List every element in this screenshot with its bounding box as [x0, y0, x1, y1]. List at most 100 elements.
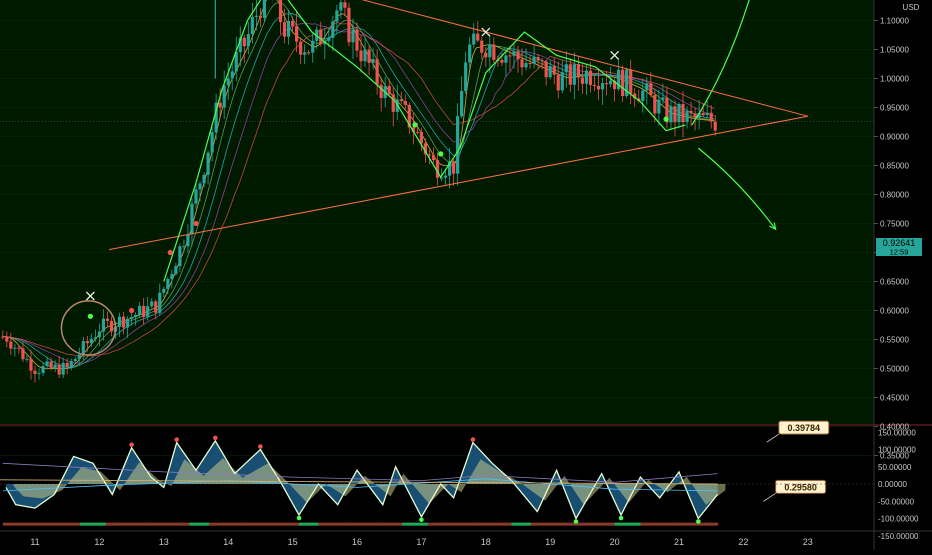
candle-body	[387, 85, 391, 95]
osc-status-strip	[138, 522, 145, 526]
osc-status-strip	[73, 522, 81, 526]
candle-body	[403, 100, 407, 105]
candle-body	[468, 44, 472, 63]
osc-peak-dot	[174, 437, 179, 442]
price-tick-label: 1.00000	[880, 75, 909, 84]
candle-body	[246, 34, 250, 47]
signal-dot	[129, 307, 135, 314]
osc-status-strip	[9, 522, 17, 526]
candle-body	[69, 361, 73, 368]
osc-status-strip	[150, 522, 158, 526]
osc-status-strip	[60, 522, 68, 526]
candle-body	[363, 49, 367, 62]
osc-tick-label: -50.00000	[878, 497, 915, 506]
candle-body	[580, 77, 584, 84]
price-tick-label: 0.60000	[880, 307, 909, 316]
candle-body	[532, 57, 536, 64]
osc-status-strip	[659, 522, 667, 526]
osc-status-strip	[485, 522, 493, 526]
candle-body	[399, 99, 403, 101]
osc-status-strip	[247, 522, 255, 526]
candle-body	[327, 37, 331, 41]
candle-body	[125, 318, 130, 328]
candle-body	[282, 22, 287, 37]
candle-body	[37, 373, 41, 375]
osc-status-strip	[408, 522, 416, 526]
chart-canvas[interactable]: 1.750001.700001.650001.600001.550001.500…	[0, 0, 932, 550]
price-tick-label: 1.10000	[880, 17, 909, 26]
osc-status-strip	[640, 522, 648, 526]
time-axis[interactable]: 11 12 13 14 15 16 17 18 19 20 21 22 23	[30, 537, 812, 547]
osc-status-strip	[202, 522, 210, 526]
candle-body	[158, 292, 162, 313]
osc-status-strip	[228, 522, 236, 526]
osc-status-strip	[125, 522, 133, 526]
osc-status-strip	[588, 522, 596, 526]
candle-body	[138, 305, 142, 316]
candle-body	[13, 347, 17, 349]
osc-status-strip	[337, 522, 345, 526]
candle-body	[230, 71, 234, 79]
candle-body	[286, 20, 291, 37]
price-axis[interactable]: 1.750001.700001.650001.600001.550001.500…	[874, 0, 909, 461]
osc-status-strip	[543, 522, 551, 526]
osc-tick-label: 0.00000	[878, 480, 907, 489]
osc-status-strip	[530, 522, 538, 526]
price-label-text: 0.39784	[788, 423, 821, 433]
osc-status-strip	[595, 522, 603, 526]
osc-status-strip	[466, 522, 474, 526]
trading-chart[interactable]: 1.750001.700001.650001.600001.550001.500…	[0, 0, 932, 550]
candle-body	[291, 20, 295, 27]
osc-status-strip	[389, 522, 397, 526]
candle-body	[504, 55, 508, 63]
candle-body	[170, 274, 174, 280]
osc-status-strip	[382, 522, 390, 526]
candle-body	[5, 336, 9, 342]
candle-body	[600, 83, 605, 90]
candle-body	[166, 279, 170, 289]
osc-trough-dot	[573, 519, 579, 524]
osc-status-strip	[627, 522, 635, 526]
osc-status-strip	[324, 522, 332, 526]
candle-body	[476, 33, 480, 41]
candle-body	[101, 318, 106, 332]
candle-body	[295, 26, 299, 42]
candle-body	[709, 112, 713, 122]
osc-peak-dot	[213, 435, 218, 441]
osc-status-strip	[614, 522, 622, 526]
candle-body	[536, 57, 540, 61]
candle-body	[25, 358, 29, 360]
osc-status-strip	[633, 522, 641, 526]
price-tick-label: 1.05000	[880, 46, 909, 55]
candle-body	[343, 2, 347, 8]
candle-body	[222, 85, 226, 108]
candle-body	[105, 318, 110, 321]
candle-body	[379, 84, 383, 98]
osc-status-strip	[685, 522, 693, 526]
osc-trough-dot	[296, 515, 302, 521]
candle-body	[182, 246, 186, 248]
candle-body	[456, 116, 460, 174]
osc-trough-dot	[696, 519, 701, 524]
osc-status-strip	[453, 522, 461, 526]
candle-body	[596, 85, 601, 90]
osc-status-strip	[163, 522, 171, 526]
price-tick-label: 0.45000	[880, 394, 909, 403]
current-price: 0.92641	[883, 238, 916, 248]
candle-body	[93, 337, 97, 339]
candle-body	[661, 97, 665, 100]
osc-status-strip	[260, 522, 268, 526]
oscillator-axis[interactable]: 150.00000 100.00000 50.00000 0.00000 -50.000…	[878, 428, 919, 541]
osc-status-strip	[369, 522, 377, 526]
candle-body	[621, 69, 625, 97]
osc-status-strip	[54, 522, 62, 526]
candle-body	[576, 64, 580, 78]
osc-status-strip	[421, 522, 429, 526]
osc-status-strip	[215, 522, 223, 526]
osc-trough-dot	[618, 515, 624, 521]
candle-body	[21, 348, 25, 360]
candle-body	[134, 315, 138, 318]
candle-body	[484, 52, 488, 58]
current-price-badge: 0.92641 12:59	[876, 238, 922, 257]
osc-status-strip	[105, 522, 113, 526]
